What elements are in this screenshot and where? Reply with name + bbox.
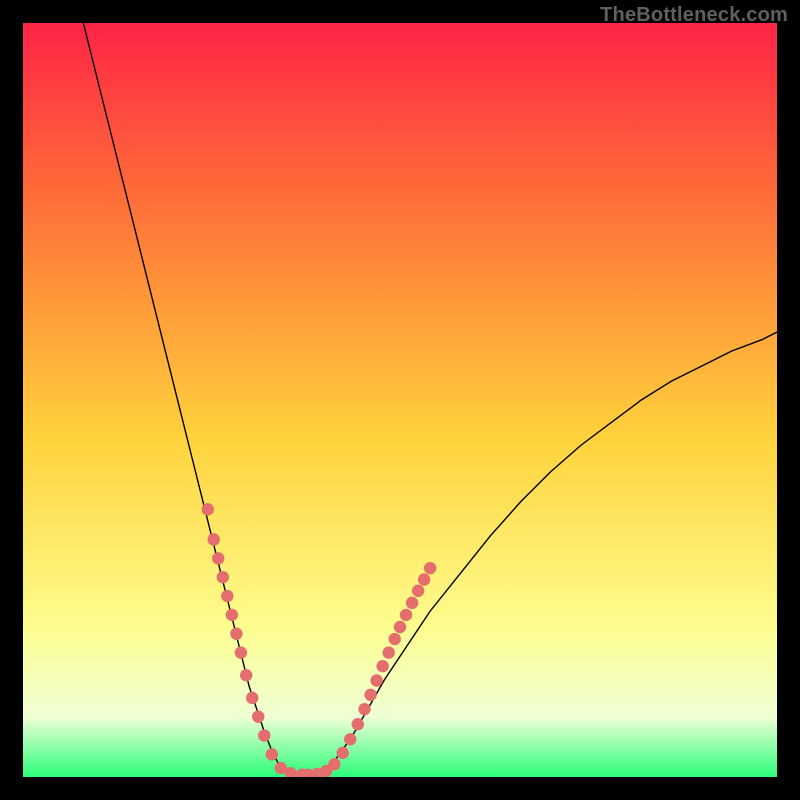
bead-marker: [212, 552, 224, 564]
bead-marker: [226, 609, 238, 621]
bead-marker: [235, 646, 247, 658]
bead-marker: [208, 533, 220, 545]
bead-marker: [389, 633, 401, 645]
bead-marker: [246, 692, 258, 704]
bead-marker: [352, 718, 364, 730]
bead-marker: [412, 585, 424, 597]
bead-marker: [358, 703, 370, 715]
bead-marker: [258, 729, 270, 741]
bead-marker: [418, 573, 430, 585]
bead-marker: [376, 660, 388, 672]
bead-marker: [364, 689, 376, 701]
bead-marker: [221, 590, 233, 602]
bead-marker: [370, 674, 382, 686]
bead-marker: [252, 710, 264, 722]
bead-marker: [240, 669, 252, 681]
bead-marker: [406, 597, 418, 609]
bead-marker: [217, 571, 229, 583]
bead-marker: [424, 562, 436, 574]
bead-marker: [344, 733, 356, 745]
bead-marker: [230, 628, 242, 640]
bead-marker: [400, 609, 412, 621]
plot-svg: [23, 23, 777, 777]
bead-marker: [394, 621, 406, 633]
plot-area: [23, 23, 777, 777]
chart-stage: TheBottleneck.com: [0, 0, 800, 800]
bead-marker: [382, 646, 394, 658]
bead-marker: [266, 748, 278, 760]
bead-marker: [328, 758, 340, 770]
gradient-background: [23, 23, 777, 777]
bead-marker: [202, 503, 214, 515]
bead-marker: [337, 747, 349, 759]
